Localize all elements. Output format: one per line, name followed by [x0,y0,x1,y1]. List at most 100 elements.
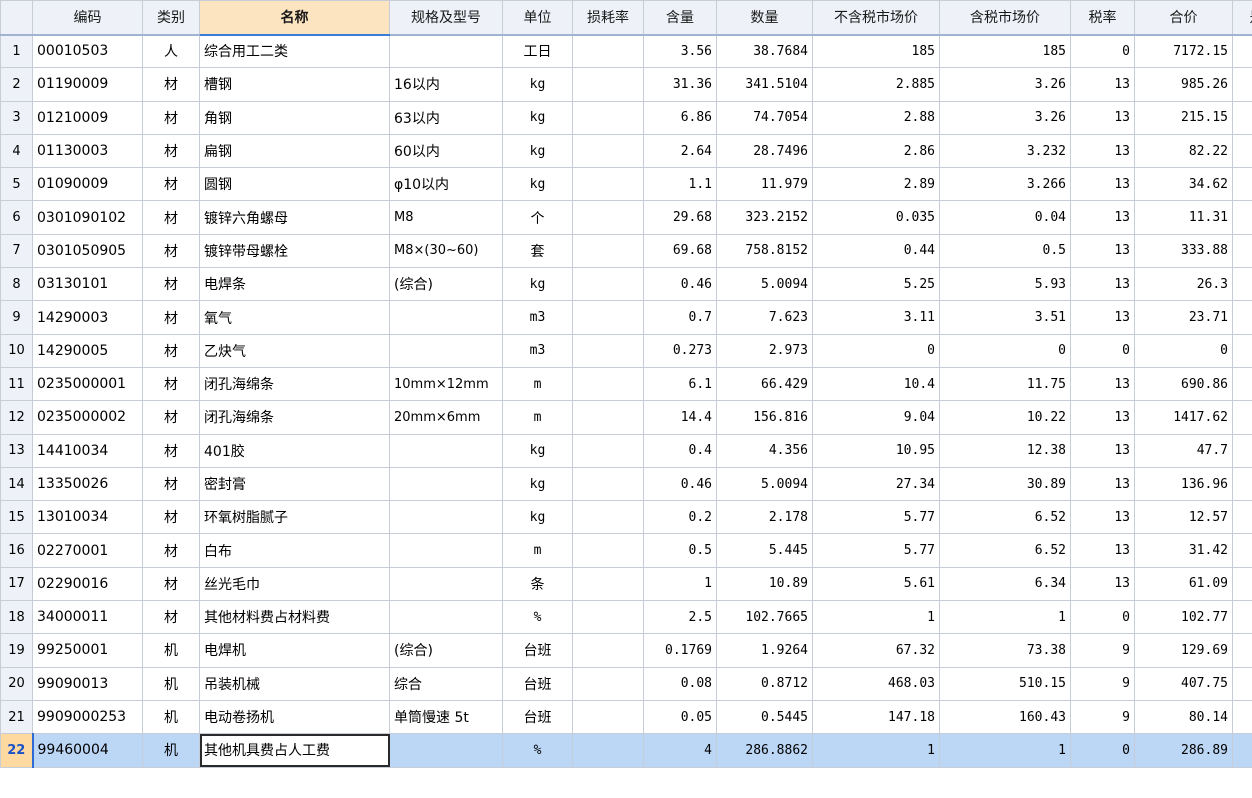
category-cell[interactable]: 材 [142,100,200,135]
tax-rate-cell[interactable]: 9 [1070,666,1135,701]
price-ex-tax-cell[interactable]: 185 [812,33,940,69]
tax-rate-cell[interactable]: 13 [1070,133,1135,169]
unit-cell[interactable]: 台班 [502,666,573,701]
name-cell[interactable]: 镀锌六角螺母 [199,200,390,235]
extra-cell[interactable] [1232,733,1252,768]
loss-rate-cell[interactable] [572,733,644,768]
extra-cell[interactable] [1232,167,1252,202]
table-row[interactable]: 15 13010034 材环氧树脂腻子 kg 0.2 2.178 5.77 6.52 13 12.… [0,500,1252,535]
unit-cell[interactable]: 条 [502,566,573,602]
spec-cell[interactable]: 16以内 [389,67,503,102]
header-tax-rate[interactable]: 税率 [1070,0,1135,36]
quantity-cell[interactable]: 2.178 [716,500,813,535]
category-cell[interactable]: 材 [142,533,200,568]
header-code[interactable]: 编码 [32,0,143,36]
quantity-cell[interactable]: 66.429 [716,366,813,402]
total-cell[interactable]: 136.96 [1134,466,1233,502]
code-cell[interactable]: 14290005 [32,333,143,368]
header-spec[interactable]: 规格及型号 [389,0,503,36]
name-cell[interactable]: 槽钢 [199,67,390,102]
extra-cell[interactable] [1232,400,1252,435]
content-cell[interactable]: 14.4 [643,400,717,435]
tax-rate-cell[interactable]: 13 [1070,566,1135,602]
extra-cell[interactable] [1232,466,1252,502]
category-cell[interactable]: 材 [142,400,200,435]
category-cell[interactable]: 材 [142,500,200,535]
name-cell[interactable]: 环氧树脂腻子 [199,500,390,535]
name-cell[interactable]: 闭孔海绵条 [199,366,390,402]
total-cell[interactable]: 34.62 [1134,167,1233,202]
table-row[interactable]: 22 99460004 机其他机具费占人工费% 4 286.8862 1 1 0 286.89 [0,733,1252,768]
tax-rate-cell[interactable]: 13 [1070,533,1135,568]
price-in-tax-cell[interactable]: 6.52 [939,500,1071,535]
extra-cell[interactable] [1232,267,1252,302]
tax-rate-cell[interactable]: 9 [1070,699,1135,735]
price-in-tax-cell[interactable]: 6.52 [939,533,1071,568]
price-in-tax-cell[interactable]: 12.38 [939,433,1071,468]
content-cell[interactable]: 0.7 [643,300,717,335]
loss-rate-cell[interactable] [572,233,644,269]
header-category[interactable]: 类别 [142,0,200,36]
category-cell[interactable]: 材 [142,233,200,269]
code-cell[interactable]: 01210009 [32,100,143,135]
total-cell[interactable]: 80.14 [1134,699,1233,735]
total-cell[interactable]: 1417.62 [1134,400,1233,435]
name-cell[interactable]: 扁钢 [199,133,390,169]
code-cell[interactable]: 0301090102 [32,200,143,235]
header-total[interactable]: 合价 [1134,0,1233,36]
tax-rate-cell[interactable]: 13 [1070,233,1135,269]
header-rownum[interactable] [0,0,33,36]
name-cell[interactable]: 电焊机 [199,633,390,668]
name-cell[interactable]: 吊装机械 [199,666,390,701]
spec-cell[interactable]: 单筒慢速 5t [389,699,503,735]
table-row[interactable]: 6 0301090102 材镀锌六角螺母 M8 个 29.68 323.2152 0.035 0… [0,200,1252,235]
price-in-tax-cell[interactable]: 1 [939,733,1071,768]
content-cell[interactable]: 1 [643,566,717,602]
quantity-cell[interactable]: 323.2152 [716,200,813,235]
name-cell[interactable]: 401胶 [199,433,390,468]
tax-rate-cell[interactable]: 13 [1070,400,1135,435]
category-cell[interactable]: 材 [142,600,200,635]
table-row[interactable]: 17 02290016 材丝光毛巾 条 1 10.89 5.61 6.34 13 61.09 [0,566,1252,602]
total-cell[interactable]: 47.7 [1134,433,1233,468]
unit-cell[interactable]: m3 [502,333,573,368]
spec-cell[interactable] [389,300,503,335]
spec-cell[interactable]: 综合 [389,666,503,701]
code-cell[interactable]: 01090009 [32,167,143,202]
extra-cell[interactable] [1232,100,1252,135]
spec-cell[interactable]: (综合) [389,267,503,302]
total-cell[interactable]: 215.15 [1134,100,1233,135]
quantity-cell[interactable]: 7.623 [716,300,813,335]
loss-rate-cell[interactable] [572,366,644,402]
content-cell[interactable]: 31.36 [643,67,717,102]
table-row[interactable]: 12 0235000002 材闭孔海绵条 20mm×6mm m 14.4 156.816 9.… [0,400,1252,435]
price-ex-tax-cell[interactable]: 5.77 [812,533,940,568]
tax-rate-cell[interactable]: 13 [1070,500,1135,535]
quantity-cell[interactable]: 4.356 [716,433,813,468]
extra-cell[interactable] [1232,600,1252,635]
loss-rate-cell[interactable] [572,666,644,701]
content-cell[interactable]: 69.68 [643,233,717,269]
code-cell[interactable]: 0235000002 [32,400,143,435]
header-name[interactable]: 名称 [199,0,390,36]
tax-rate-cell[interactable]: 13 [1070,300,1135,335]
code-cell[interactable]: 99250001 [32,633,143,668]
total-cell[interactable]: 407.75 [1134,666,1233,701]
header-quantity[interactable]: 数量 [716,0,813,36]
name-cell[interactable]: 乙炔气 [199,333,390,368]
spec-cell[interactable]: 63以内 [389,100,503,135]
price-in-tax-cell[interactable]: 3.26 [939,100,1071,135]
loss-rate-cell[interactable] [572,333,644,368]
quantity-cell[interactable]: 0.8712 [716,666,813,701]
code-cell[interactable]: 14290003 [32,300,143,335]
table-row[interactable]: 13 14410034 材 401胶 kg 0.4 4.356 10.95 12.38 13 47.… [0,433,1252,468]
loss-rate-cell[interactable] [572,133,644,169]
name-cell[interactable]: 角钢 [199,100,390,135]
extra-cell[interactable] [1232,666,1252,701]
total-cell[interactable]: 23.71 [1134,300,1233,335]
name-cell[interactable]: 圆钢 [199,167,390,202]
total-cell[interactable]: 7172.15 [1134,33,1233,69]
code-cell[interactable]: 00010503 [32,33,143,69]
quantity-cell[interactable]: 28.7496 [716,133,813,169]
price-ex-tax-cell[interactable]: 0 [812,333,940,368]
